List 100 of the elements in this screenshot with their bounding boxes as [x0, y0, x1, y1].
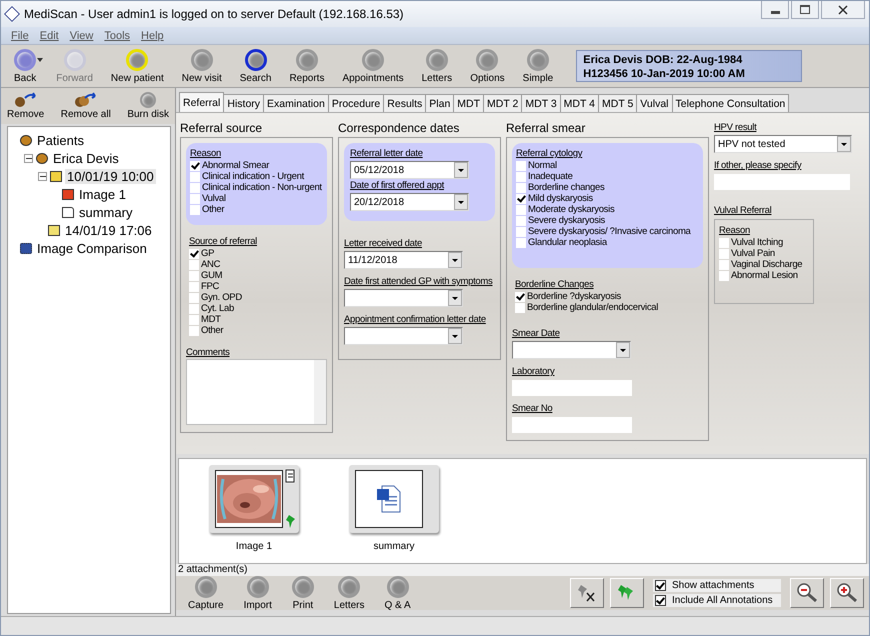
checkbox[interactable]: Inadequate — [516, 171, 701, 182]
zoom-in-button[interactable] — [830, 578, 864, 608]
expander-icon[interactable] — [38, 172, 47, 180]
checkbox[interactable]: Include All Annotations — [653, 594, 781, 607]
checkbox[interactable]: Normal — [516, 160, 701, 171]
tab[interactable]: MDT 3 — [521, 94, 561, 112]
toolbar-button[interactable]: Search — [230, 48, 280, 84]
tab[interactable]: MDT — [453, 94, 484, 112]
checkbox[interactable]: Vulval Pain — [719, 248, 809, 259]
checkbox[interactable]: MDT — [189, 314, 324, 325]
date-field[interactable]: 11/12/2018 — [344, 251, 463, 269]
toolbar-button[interactable]: Capture — [178, 576, 234, 610]
checkbox[interactable]: Borderline ?dyskaryosis — [515, 291, 700, 302]
restore-icon[interactable] — [791, 1, 819, 19]
checkbox[interactable]: Abnormal Lesion — [719, 270, 809, 281]
toolbar-button[interactable]: Reports — [280, 48, 334, 84]
hpv-dropdown[interactable]: HPV not tested — [714, 135, 852, 153]
checkbox[interactable]: Vulval Itching — [719, 237, 809, 248]
date-field[interactable]: 05/12/2018 — [350, 161, 469, 179]
menu-item[interactable]: Edit — [40, 30, 59, 42]
checkbox[interactable]: Severe dyskaryosis/ ?Invasive carcinoma — [516, 226, 701, 237]
checkbox[interactable]: Glandular neoplasia — [516, 237, 701, 248]
date-field[interactable] — [512, 341, 631, 359]
sidebar-button[interactable]: Remove — [5, 92, 46, 120]
tab[interactable]: History — [223, 94, 264, 112]
zoom-out-button[interactable] — [790, 578, 824, 608]
toolbar-button[interactable]: Options — [461, 48, 514, 84]
checkbox[interactable]: Show attachments — [653, 579, 781, 592]
tab[interactable]: MDT 5 — [598, 94, 638, 112]
checkbox[interactable]: Other — [190, 204, 325, 215]
checkbox[interactable]: Mild dyskaryosis — [516, 193, 701, 204]
toolbar-button[interactable]: Q & A — [374, 576, 421, 610]
attachment-thumbnail[interactable] — [349, 465, 439, 533]
specify-field[interactable] — [714, 174, 850, 190]
toolbar-button[interactable]: Letters — [412, 48, 462, 84]
field-label: Smear No — [512, 402, 554, 415]
tree-item[interactable]: Patients — [35, 132, 86, 148]
unpin-button[interactable] — [570, 578, 604, 608]
date-field[interactable] — [344, 327, 463, 345]
checkbox[interactable]: Clinical indication - Non-urgent — [190, 182, 325, 193]
tab[interactable]: MDT 2 — [483, 94, 522, 112]
checkbox[interactable]: Borderline glandular/endocervical — [515, 302, 700, 313]
tree-item[interactable]: Image 1 — [77, 186, 128, 202]
tree-item[interactable]: 14/01/19 17:06 — [63, 222, 154, 238]
comments-field[interactable] — [186, 359, 327, 425]
toolbar-button[interactable]: Print — [282, 576, 324, 610]
toolbar-button[interactable]: New patient — [102, 48, 173, 84]
toolbar-button[interactable]: New visit — [172, 48, 231, 84]
zoom-out-icon — [796, 582, 818, 604]
tree-item[interactable]: summary — [77, 204, 134, 220]
tab[interactable]: Telephone Consultation — [672, 94, 790, 112]
menu-item[interactable]: Help — [141, 30, 164, 42]
checkbox[interactable]: Vaginal Discharge — [719, 259, 809, 270]
tab[interactable]: Plan — [425, 94, 454, 112]
tab[interactable]: Procedure — [328, 94, 384, 112]
checkbox[interactable]: ANC — [189, 259, 324, 270]
checkbox[interactable]: GP — [189, 248, 324, 259]
sidebar-button[interactable]: Burn disk — [125, 92, 171, 120]
tree-item[interactable]: 10/01/19 10:00 — [65, 168, 156, 184]
checkbox[interactable]: Gyn. OPD — [189, 292, 324, 303]
checkbox[interactable]: Severe dyskaryosis — [516, 215, 701, 226]
tree-item[interactable]: Erica Devis — [51, 150, 121, 166]
tab[interactable]: Vulval — [636, 94, 673, 112]
checkbox[interactable]: GUM — [189, 270, 324, 281]
smear-number-field[interactable] — [512, 417, 632, 433]
toolbar-button[interactable]: Letters — [324, 576, 374, 610]
date-field[interactable] — [344, 289, 463, 307]
checkbox[interactable]: Borderline changes — [516, 182, 701, 193]
sidebar-button[interactable]: Remove all — [58, 92, 113, 120]
checkbox[interactable]: Vulval — [190, 193, 325, 204]
tab[interactable]: MDT 4 — [560, 94, 599, 112]
close-icon[interactable] — [821, 1, 865, 19]
menu-item[interactable]: Tools — [104, 30, 130, 42]
scrollbar[interactable] — [314, 360, 326, 424]
toolbar-button[interactable]: Import — [234, 576, 282, 610]
toolbar-button[interactable]: Back — [5, 48, 46, 84]
laboratory-field[interactable] — [512, 380, 632, 396]
tab[interactable]: Examination — [263, 94, 329, 112]
tree-item[interactable]: Image Comparison — [35, 240, 149, 256]
checkbox[interactable]: Cyt. Lab — [189, 303, 324, 314]
attachment-thumbnail[interactable] — [209, 465, 299, 533]
menu-item[interactable]: File — [11, 30, 29, 42]
menu-item[interactable]: View — [70, 30, 94, 42]
date-field[interactable]: 20/12/2018 — [350, 193, 469, 211]
tab[interactable]: Results — [383, 94, 426, 112]
tab[interactable]: Referral — [179, 92, 224, 112]
minimize-icon[interactable] — [761, 1, 789, 19]
caret-icon[interactable] — [37, 58, 44, 62]
pin-button[interactable] — [610, 578, 644, 608]
checkbox[interactable]: Clinical indication - Urgent — [190, 171, 325, 182]
toolbar-button[interactable]: Appointments — [333, 48, 413, 84]
checkbox[interactable]: FPC — [189, 281, 324, 292]
checkbox[interactable]: Other — [189, 325, 324, 336]
checkbox[interactable]: Abnormal Smear — [190, 160, 325, 171]
notes-icon[interactable] — [285, 469, 295, 483]
field-label: Referral cytology — [516, 147, 584, 160]
checkbox[interactable]: Moderate dyskaryosis — [516, 204, 701, 215]
expander-icon[interactable] — [24, 154, 33, 162]
toolbar-button[interactable]: Simple — [514, 48, 562, 84]
pushpin-icon[interactable] — [285, 513, 297, 529]
